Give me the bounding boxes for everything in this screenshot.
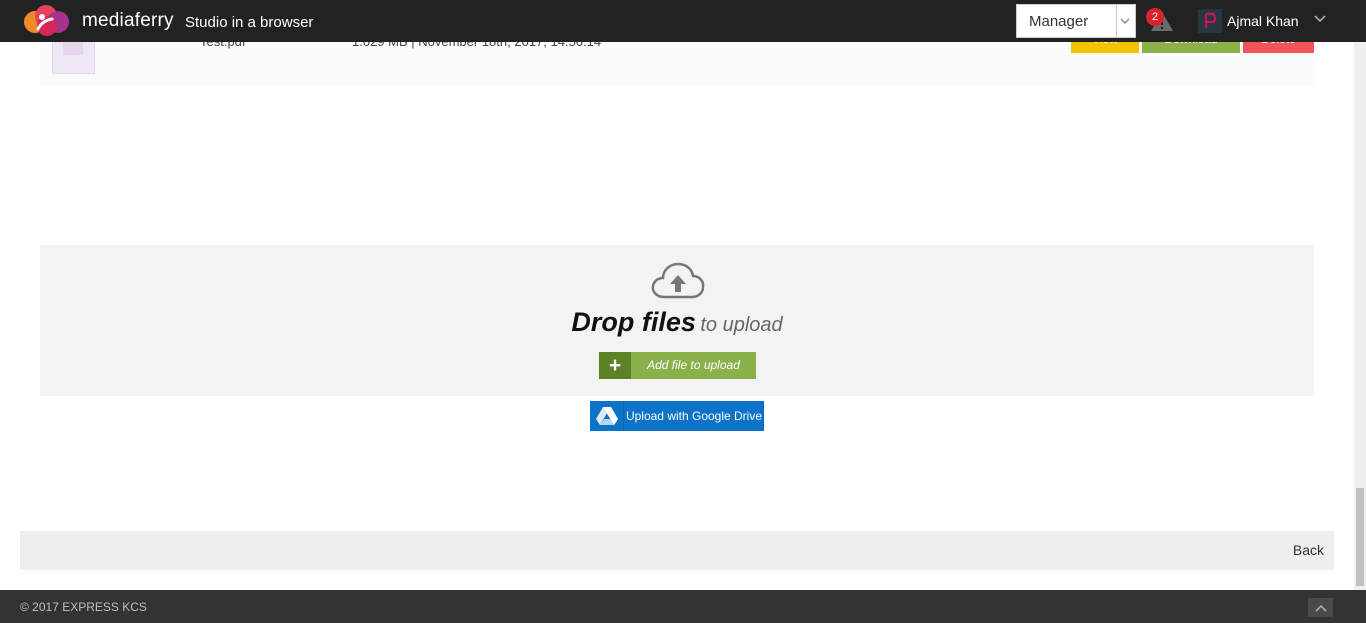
role-select[interactable]: Manager xyxy=(1016,4,1136,38)
brand-tagline: Studio in a browser xyxy=(185,14,314,31)
user-name[interactable]: Ajmal Khan xyxy=(1227,13,1299,29)
back-link[interactable]: Back xyxy=(1293,542,1324,558)
chevron-up-icon[interactable] xyxy=(1308,598,1333,617)
top-bar: mediaferry Studio in a browser Manager 2… xyxy=(0,0,1366,42)
role-select-value: Manager xyxy=(1029,13,1089,30)
avatar[interactable] xyxy=(1198,9,1222,33)
dropzone-title-strong: Drop files xyxy=(571,307,696,337)
mediaferry-logo[interactable] xyxy=(22,3,74,39)
notification-badge[interactable]: 2 xyxy=(1146,8,1164,26)
scrollbar-thumb[interactable] xyxy=(1356,488,1364,586)
upload-dropzone[interactable]: Drop files to upload + Add file to uploa… xyxy=(40,245,1314,396)
google-drive-icon xyxy=(590,401,624,431)
select-divider xyxy=(1116,5,1117,37)
user-menu-chevron-icon[interactable] xyxy=(1313,12,1327,26)
plus-icon: + xyxy=(599,352,631,379)
google-drive-label: Upload with Google Drive xyxy=(625,409,763,423)
add-file-label: Add file to upload xyxy=(647,358,740,372)
back-bar: Back xyxy=(20,531,1334,570)
footer: © 2017 EXPRESS KCS xyxy=(0,590,1366,623)
dropzone-title-soft: to upload xyxy=(700,314,783,336)
page-scrollbar[interactable] xyxy=(1354,42,1366,590)
cloud-upload-icon xyxy=(650,259,706,301)
footer-copyright: © 2017 EXPRESS KCS xyxy=(20,600,147,614)
brand-name: mediaferry xyxy=(82,10,174,31)
dropzone-title: Drop files to upload xyxy=(40,307,1314,338)
add-file-button[interactable]: + Add file to upload xyxy=(599,352,756,379)
chevron-down-icon xyxy=(1119,13,1131,29)
google-drive-upload-button[interactable]: Upload with Google Drive xyxy=(590,401,764,431)
